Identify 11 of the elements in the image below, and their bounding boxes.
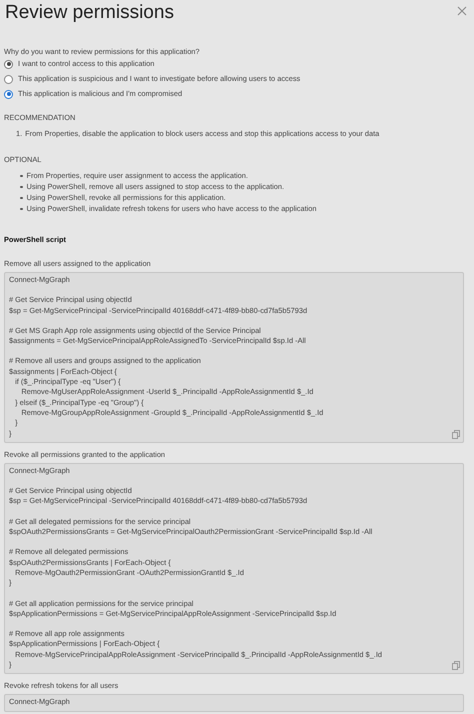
bullet-icon [20,186,22,188]
copy-icon [452,661,460,670]
close-button[interactable] [457,6,467,16]
copy-button[interactable] [452,430,460,439]
copy-button[interactable] [452,661,460,670]
bullet-icon [20,196,22,200]
bullet-icon [20,174,22,178]
panel-title: Review permissions [5,1,174,25]
bullet-icon [20,208,22,210]
copy-icon [452,430,460,439]
close-icon [457,6,467,16]
